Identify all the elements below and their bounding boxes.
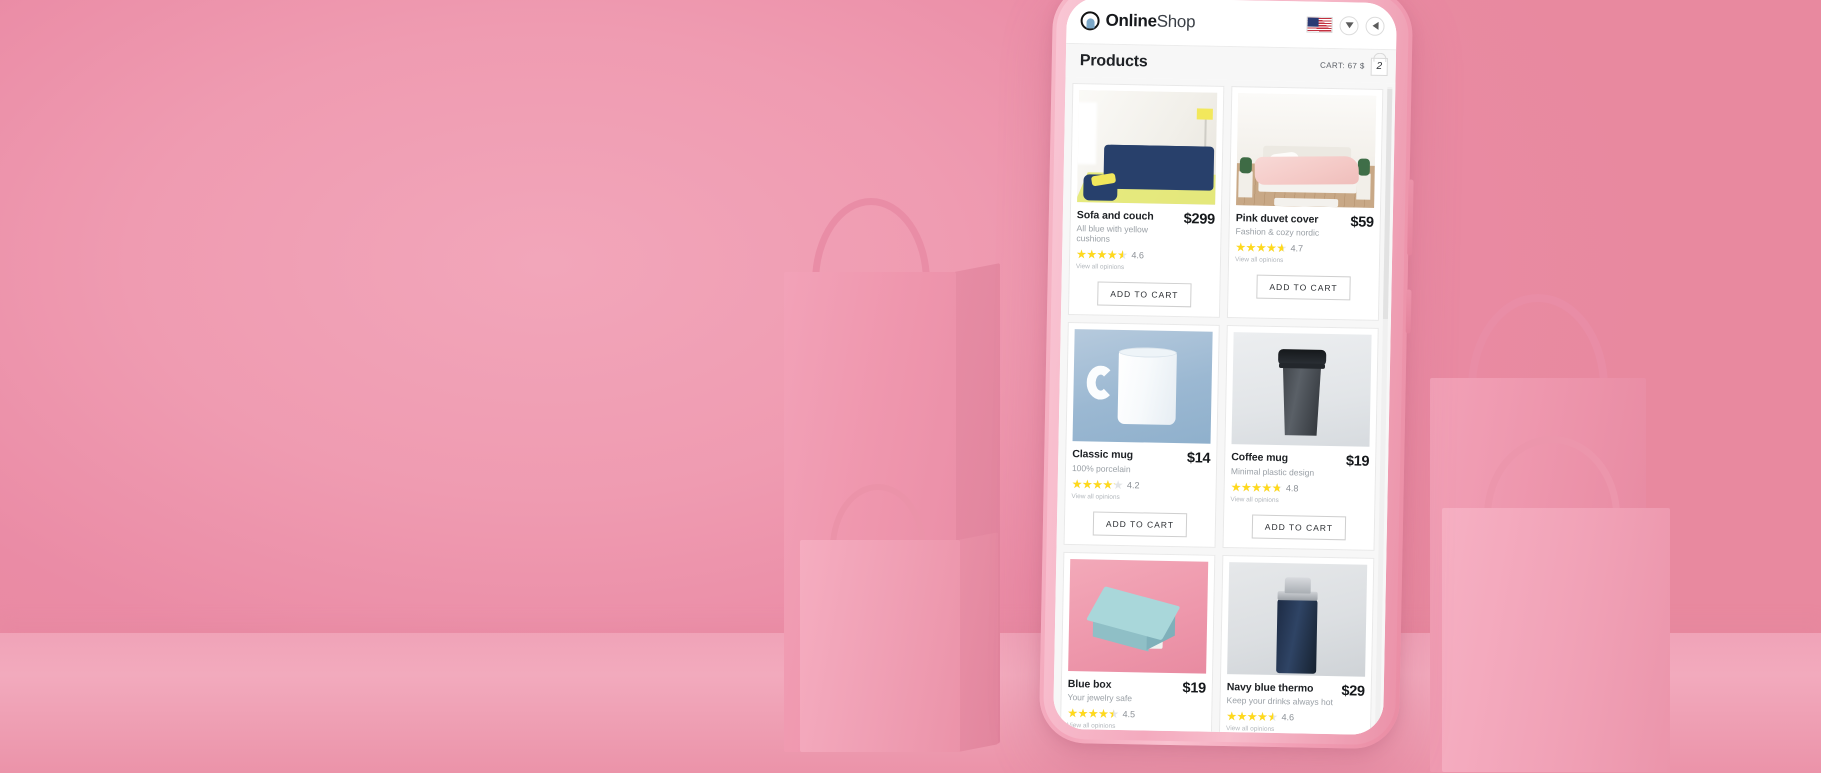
product-rating: ★★★★★ ★★★★★ 4.2 [1071,476,1210,493]
product-grid: Sofa and couch All blue with yellow cush… [1053,77,1395,736]
phone-screen: OnlineShop Products CART: 67 $ 2 Sofa an… [1053,0,1397,736]
product-price: $29 [1341,682,1365,700]
star-rating-icon: ★★★★★ ★★★★★ [1067,705,1119,721]
bedroom-thumbnail[interactable] [1236,93,1377,208]
shopping-bag-small-left [800,484,998,752]
add-to-cart-button[interactable]: ADD TO CART [1097,281,1192,308]
view-opinions-link[interactable]: View all opinions [1076,264,1214,274]
cart-item-count-badge[interactable]: 2 [1370,57,1388,76]
app-logo[interactable]: OnlineShop [1080,10,1195,32]
product-name: Blue box [1067,677,1112,691]
product-rating: ★★★★★ ★★★★★ 4.6 [1226,709,1364,725]
product-card[interactable]: Sofa and couch All blue with yellow cush… [1067,82,1225,319]
header-actions [1306,15,1385,36]
product-info: Pink duvet cover Fashion & cozy nordic $… [1235,212,1373,239]
star-rating-icon: ★★★★★ ★★★★★ [1235,240,1287,256]
product-info: Blue box Your jewelry safe $19 [1068,678,1206,705]
shop-circle-icon [1080,10,1100,31]
product-description: All blue with yellow cushions [1076,223,1149,244]
view-opinions-link[interactable]: View all opinions [1235,256,1373,266]
product-rating: ★★★★★ ★★★★★ 4.6 [1075,247,1214,264]
bag-body [800,540,960,752]
white-mug-thumbnail[interactable] [1072,329,1213,445]
product-rating: ★★★★★ ★★★★★ 4.7 [1235,240,1373,256]
logo-text-light: Shop [1156,11,1196,32]
product-description: Minimal plastic design [1230,465,1315,478]
product-rating: ★★★★★ ★★★★★ 4.5 [1067,705,1205,722]
shopping-bag-front-right [1442,436,1670,772]
product-price: $19 [1345,453,1370,471]
rating-value: 4.7 [1290,243,1304,254]
navy-thermo-thumbnail[interactable] [1227,561,1368,677]
product-description: Your jewelry safe [1067,691,1133,704]
product-description: Keep your drinks always hot [1226,694,1333,707]
bag-handle [812,198,930,282]
cart-total-label: CART: 67 $ [1319,60,1365,71]
chevron-down-glyph [1345,22,1354,29]
product-name: Coffee mug [1231,451,1289,465]
product-rating: ★★★★★ ★★★★★ 4.8 [1230,479,1369,496]
product-list-scroll-area[interactable]: Sofa and couch All blue with yellow cush… [1053,76,1396,736]
blue-box-thumbnail[interactable] [1068,558,1209,674]
star-rating-icon: ★★★★★ ★★★★★ [1230,479,1283,495]
product-card[interactable]: Coffee mug Minimal plastic design $19 ★★… [1222,325,1379,551]
add-to-cart-button[interactable]: ADD TO CART [1251,514,1347,541]
chevron-down-icon[interactable] [1339,15,1359,35]
star-rating-icon: ★★★★★ ★★★★★ [1075,247,1128,263]
logo-text-bold: Online [1105,10,1157,31]
product-name: Navy blue thermo [1226,680,1314,695]
rating-value: 4.8 [1285,482,1299,494]
rating-value: 4.6 [1131,250,1145,261]
rating-value: 4.5 [1122,709,1136,720]
product-card[interactable]: Blue box Your jewelry safe $19 ★★★★★ ★★★★… [1059,551,1216,736]
app-header: OnlineShop [1066,0,1397,50]
bag-handle [1468,294,1608,388]
bag-side-panel [958,532,998,752]
logo-text: OnlineShop [1105,11,1195,33]
flag-canton [1307,17,1319,27]
phone-volume-button[interactable] [1405,289,1412,334]
add-to-cart-button[interactable]: ADD TO CART [1256,274,1351,301]
chevron-left-icon[interactable] [1365,16,1385,36]
product-description: Fashion & cozy nordic [1235,226,1320,238]
product-card[interactable]: Pink duvet cover Fashion & cozy nordic $… [1226,86,1384,322]
product-info: Navy blue thermo Keep your drinks always… [1226,681,1364,708]
dark-tumbler-thumbnail[interactable] [1231,332,1372,448]
page-title: Products [1079,51,1148,70]
product-price: $19 [1182,679,1206,697]
bag-body [1442,508,1670,772]
product-card[interactable]: Navy blue thermo Keep your drinks always… [1218,554,1375,736]
product-name: Classic mug [1072,448,1134,462]
view-opinions-link[interactable]: View all opinions [1230,496,1368,506]
sofa-thumbnail[interactable] [1077,90,1218,205]
cart-summary[interactable]: CART: 67 $ 2 [1319,56,1388,76]
product-price: $59 [1350,214,1374,231]
add-to-cart-button[interactable]: ADD TO CART [1092,511,1188,537]
page-toolbar: Products CART: 67 $ 2 [1065,42,1397,84]
product-name: Sofa and couch [1076,209,1154,223]
star-rating-icon: ★★★★★ ★★★★★ [1071,476,1124,492]
view-opinions-link[interactable]: View all opinions [1071,493,1209,503]
product-price: $14 [1186,450,1211,468]
chevron-left-glyph [1371,21,1379,30]
product-price: $299 [1183,211,1215,228]
product-name: Pink duvet cover [1235,212,1319,226]
product-description: 100% porcelain [1071,462,1131,474]
product-info: Sofa and couch All blue with yellow cush… [1076,209,1215,246]
studio-background [0,0,1821,773]
rating-value: 4.2 [1126,479,1140,491]
rating-value: 4.6 [1281,712,1295,723]
star-rating-icon: ★★★★★ ★★★★★ [1226,709,1278,724]
product-info: Classic mug 100% porcelain $14 [1072,449,1210,476]
product-info: Coffee mug Minimal plastic design $19 [1231,452,1369,479]
us-flag-icon[interactable] [1306,16,1333,33]
smartphone-mockup: OnlineShop Products CART: 67 $ 2 Sofa an… [1038,0,1414,750]
product-card[interactable]: Classic mug 100% porcelain $14 ★★★★★ ★★★★… [1063,322,1220,548]
